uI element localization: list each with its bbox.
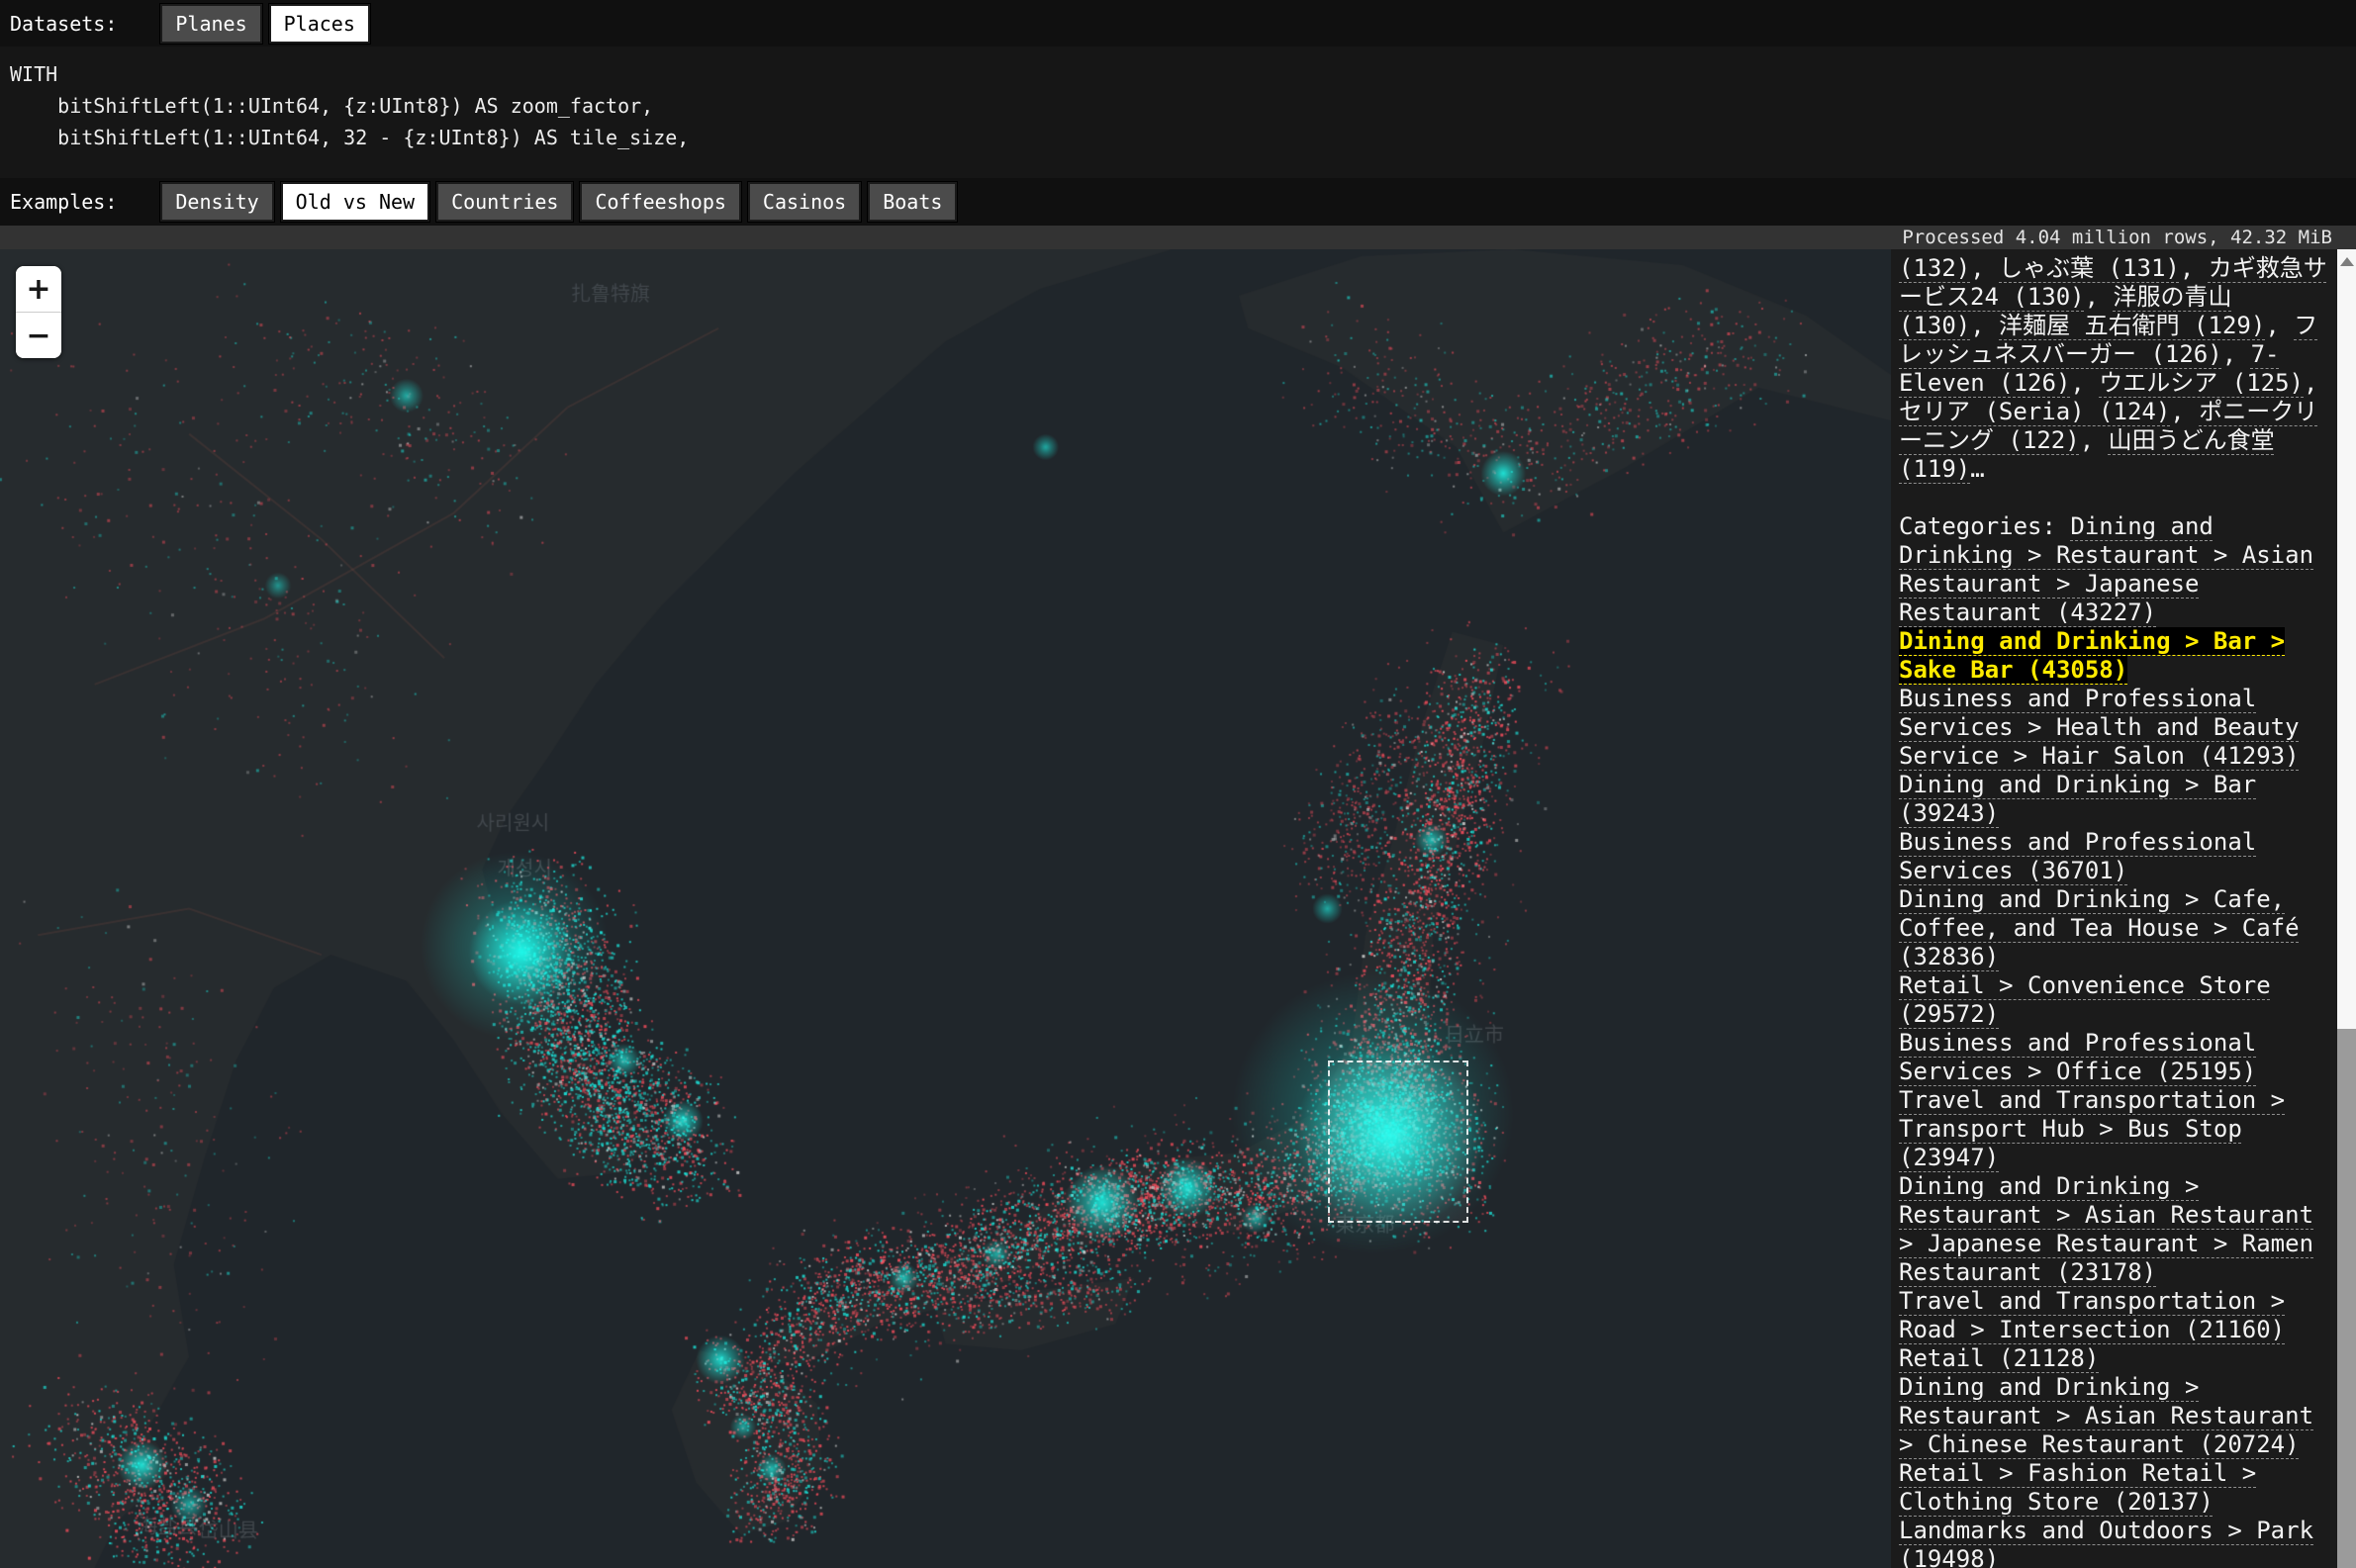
category-link[interactable]: Retail (21128) (1899, 1344, 2099, 1372)
status-text: Processed 4.04 million rows, 42.32 MiB (1902, 227, 2332, 248)
place-link[interactable]: ウエルシア (125) (2099, 369, 2304, 397)
list-separator: , (2304, 369, 2317, 397)
place-link[interactable]: セリア (Seria) (124) (1899, 398, 2170, 425)
category-link[interactable]: Travel and Transportation > Transport Hu… (1899, 1086, 2285, 1171)
categories-label: Categories: (1899, 512, 2070, 540)
category-link[interactable]: Dining and Drinking > Bar > Sake Bar (43… (1899, 627, 2285, 684)
example-button[interactable]: Old vs New (281, 182, 429, 222)
list-separator: , (2085, 283, 2114, 311)
place-link[interactable]: しゃぶ葉 (131) (1999, 254, 2180, 282)
category-link[interactable]: Dining and Drinking > Bar (39243) (1899, 771, 2256, 827)
map-area: + − (132), しゃぶ葉 (131), カギ救急サービス24 (130),… (0, 249, 2356, 1568)
category-link[interactable]: Travel and Transportation > Road > Inter… (1899, 1287, 2285, 1343)
list-separator: , (1970, 254, 1999, 282)
category-link[interactable]: Dining and Drinking > Restaurant > Asian… (1899, 1172, 2313, 1286)
category-link[interactable]: Business and Professional Services (3670… (1899, 828, 2256, 884)
list-separator: , (2180, 254, 2209, 282)
example-button[interactable]: Casinos (748, 182, 861, 222)
selection-rectangle (1328, 1061, 1468, 1223)
category-link[interactable]: Landmarks and Outdoors > Park (19498) (1899, 1517, 2313, 1568)
example-button[interactable]: Boats (868, 182, 957, 222)
query-editor[interactable]: WITH bitShiftLeft(1::UInt64, {z:UInt8}) … (0, 46, 2356, 178)
example-button[interactable]: Countries (436, 182, 573, 222)
example-button[interactable]: Coffeeshops (580, 182, 740, 222)
scroll-up-icon[interactable] (2340, 257, 2354, 266)
map-zoom-control: + − (16, 266, 61, 358)
example-button[interactable]: Density (160, 182, 273, 222)
category-link[interactable]: Business and Professional Services > Hea… (1899, 685, 2300, 770)
list-separator: , (2222, 340, 2251, 368)
dataset-button[interactable]: Planes (160, 4, 261, 44)
map-canvas[interactable] (0, 249, 1891, 1568)
place-link[interactable]: (132) (1899, 254, 1970, 282)
list-separator: , (2080, 426, 2109, 454)
zoom-in-button[interactable]: + (16, 266, 61, 312)
list-separator: … (1970, 455, 1984, 483)
datasets-buttons: PlanesPlaces (160, 4, 370, 44)
dataset-button[interactable]: Places (269, 4, 370, 44)
list-separator: , (1970, 312, 1999, 339)
page-scrollbar[interactable] (2337, 249, 2356, 1568)
status-bar: Processed 4.04 million rows, 42.32 MiB (0, 226, 2356, 249)
examples-bar: Examples: DensityOld vs NewCountriesCoff… (0, 178, 2356, 226)
category-link[interactable]: Business and Professional Services > Off… (1899, 1029, 2256, 1085)
list-separator: , (2070, 369, 2099, 397)
top-places-list: (132), しゃぶ葉 (131), カギ救急サービス24 (130), 洋服の… (1899, 254, 2329, 484)
category-link[interactable]: Dining and Drinking > Cafe, Coffee, and … (1899, 885, 2300, 970)
zoom-out-button[interactable]: − (16, 313, 61, 358)
category-link[interactable]: Retail > Fashion Retail > Clothing Store… (1899, 1459, 2256, 1516)
category-link[interactable]: Retail > Convenience Store (29572) (1899, 971, 2271, 1028)
categories-list: Categories: Dining and Drinking > Restau… (1899, 512, 2329, 1568)
examples-label: Examples: (10, 190, 117, 214)
place-link[interactable]: 洋麺屋 五右衛門 (129) (1999, 312, 2265, 339)
list-separator: , (2170, 398, 2199, 425)
examples-buttons: DensityOld vs NewCountriesCoffeeshopsCas… (160, 182, 957, 222)
scrollbar-thumb[interactable] (2337, 1029, 2356, 1568)
list-separator: , (2265, 312, 2294, 339)
datasets-bar: Datasets: PlanesPlaces (0, 0, 2356, 46)
results-panel: (132), しゃぶ葉 (131), カギ救急サービス24 (130), 洋服の… (1891, 249, 2337, 1568)
datasets-label: Datasets: (10, 12, 117, 36)
category-link[interactable]: Dining and Drinking > Restaurant > Asian… (1899, 1373, 2313, 1458)
category-links: Dining and Drinking > Restaurant > Asian… (1899, 512, 2313, 1568)
